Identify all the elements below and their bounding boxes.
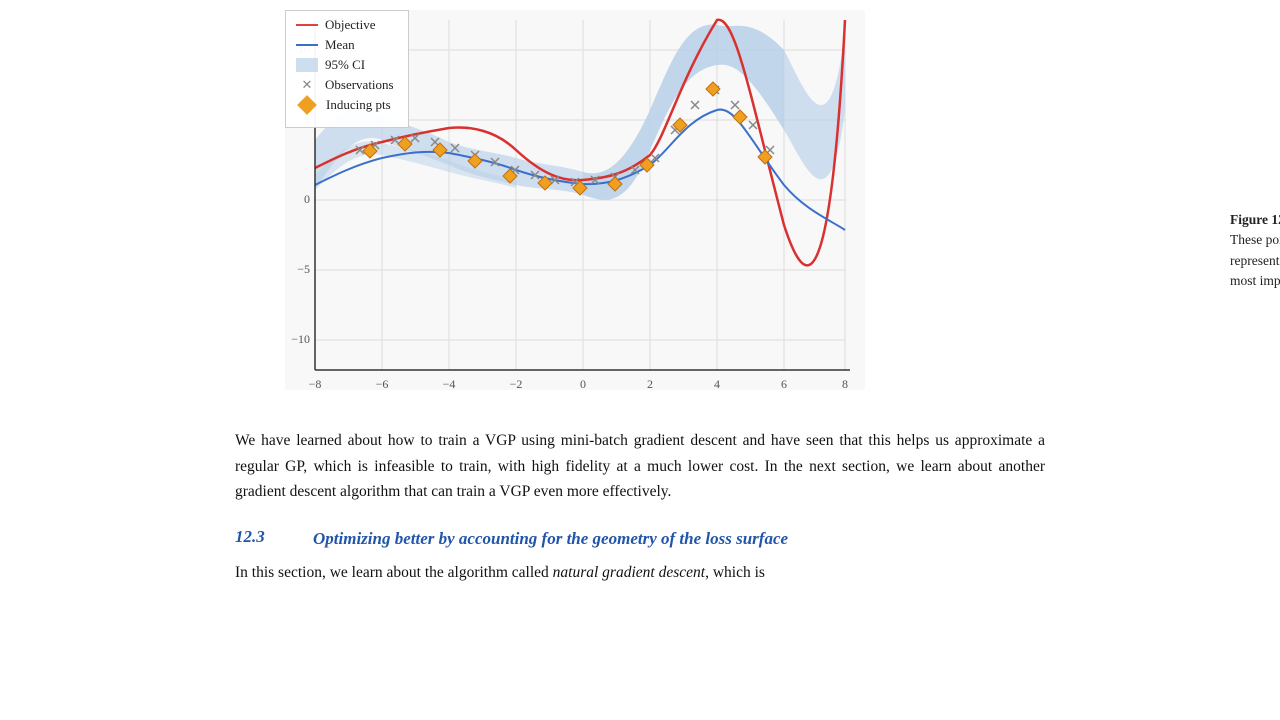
page-container: Objective Mean 95% CI ✕ Observations bbox=[0, 0, 1280, 586]
chart-area: Objective Mean 95% CI ✕ Observations bbox=[230, 10, 1050, 410]
section-number: 12.3 bbox=[235, 527, 295, 547]
section-heading: 12.3 Optimizing better by accounting for… bbox=[235, 527, 1045, 551]
legend-inducing-icon bbox=[297, 95, 317, 115]
legend-ci-box bbox=[296, 58, 318, 72]
legend-mean: Mean bbox=[296, 37, 394, 53]
figure-label: Figure 12.13 bbox=[1230, 212, 1280, 227]
section-body: In this section, we learn about the algo… bbox=[235, 560, 1045, 586]
figure-caption: Figure 12.13 The inducing points of a VG… bbox=[1230, 210, 1280, 291]
legend-objective-label: Objective bbox=[325, 17, 376, 33]
legend-objective: Objective bbox=[296, 17, 394, 33]
svg-text:6: 6 bbox=[781, 377, 787, 391]
svg-text:−6: −6 bbox=[376, 377, 389, 391]
legend-obs-label: Observations bbox=[325, 77, 394, 93]
bottom-section: We have learned about how to train a VGP… bbox=[0, 410, 1280, 586]
svg-text:−2: −2 bbox=[510, 377, 523, 391]
top-section: Objective Mean 95% CI ✕ Observations bbox=[0, 0, 1280, 410]
page-wrapper: Objective Mean 95% CI ✕ Observations bbox=[0, 0, 1280, 720]
section-body-italic: natural gradient descent bbox=[553, 564, 705, 581]
svg-text:8: 8 bbox=[842, 377, 848, 391]
section-body-start: In this section, we learn about the algo… bbox=[235, 564, 553, 581]
legend-ci: 95% CI bbox=[296, 57, 394, 73]
svg-text:0: 0 bbox=[580, 377, 586, 391]
legend-ci-label: 95% CI bbox=[325, 57, 365, 73]
legend-observations: ✕ Observations bbox=[296, 77, 394, 93]
section-title: Optimizing better by accounting for the … bbox=[313, 527, 788, 551]
svg-text:2: 2 bbox=[647, 377, 653, 391]
svg-text:4: 4 bbox=[714, 377, 720, 391]
chart-legend: Objective Mean 95% CI ✕ Observations bbox=[285, 10, 409, 128]
legend-inducing-label: Inducing pts bbox=[326, 97, 391, 113]
svg-text:−8: −8 bbox=[309, 377, 322, 391]
body-paragraph: We have learned about how to train a VGP… bbox=[235, 428, 1045, 505]
legend-mean-line bbox=[296, 44, 318, 46]
legend-inducing: Inducing pts bbox=[296, 97, 394, 113]
svg-text:−10: −10 bbox=[291, 332, 310, 346]
section-body-end: , which is bbox=[705, 564, 765, 581]
svg-text:−4: −4 bbox=[443, 377, 456, 391]
legend-objective-line bbox=[296, 24, 318, 26]
legend-mean-label: Mean bbox=[325, 37, 355, 53]
svg-text:0: 0 bbox=[304, 192, 310, 206]
legend-obs-icon: ✕ bbox=[296, 78, 318, 92]
svg-text:−5: −5 bbox=[297, 262, 310, 276]
